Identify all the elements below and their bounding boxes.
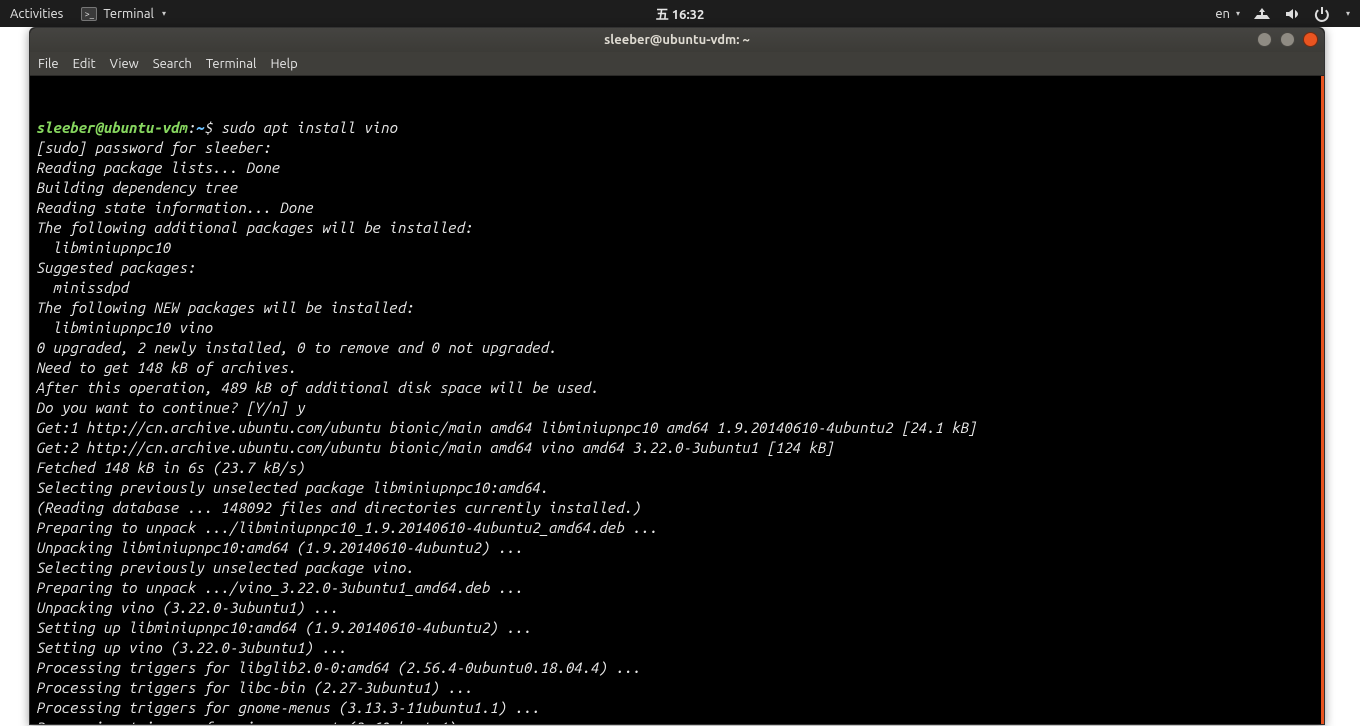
- terminal-line: [sudo] password for sleeber:: [36, 138, 1318, 158]
- terminal-line: Get:2 http://cn.archive.ubuntu.com/ubunt…: [36, 438, 1318, 458]
- menu-search[interactable]: Search: [153, 57, 192, 71]
- network-icon[interactable]: [1254, 6, 1270, 22]
- menu-help[interactable]: Help: [270, 57, 297, 71]
- terminal-app-icon: >_: [81, 7, 97, 21]
- terminal-line: After this operation, 489 kB of addition…: [36, 378, 1318, 398]
- window-title: sleeber@ubuntu-vdm: ~: [604, 33, 750, 47]
- terminal-line: Unpacking libminiupnpc10:amd64 (1.9.2014…: [36, 538, 1318, 558]
- terminal-line: Do you want to continue? [Y/n] y: [36, 398, 1318, 418]
- app-menu-label: Terminal: [103, 7, 154, 21]
- power-icon[interactable]: [1314, 6, 1330, 22]
- input-source-label: en: [1215, 7, 1230, 21]
- terminal-line: Selecting previously unselected package …: [36, 478, 1318, 498]
- terminal-line: sleeber@ubuntu-vdm:~$ sudo apt install v…: [36, 118, 1318, 138]
- menu-terminal[interactable]: Terminal: [206, 57, 257, 71]
- terminal-line: The following additional packages will b…: [36, 218, 1318, 238]
- terminal-line: Selecting previously unselected package …: [36, 558, 1318, 578]
- chevron-down-icon: ▾: [162, 9, 166, 18]
- terminal-line: Reading package lists... Done: [36, 158, 1318, 178]
- activities-button[interactable]: Activities: [10, 7, 63, 21]
- terminal-line: 0 upgraded, 2 newly installed, 0 to remo…: [36, 338, 1318, 358]
- terminal-line: minissdpd: [36, 278, 1318, 298]
- terminal-line: Processing triggers for mime-support (3.…: [36, 718, 1318, 724]
- terminal-line: Suggested packages:: [36, 258, 1318, 278]
- window-maximize-button[interactable]: [1280, 32, 1295, 47]
- prompt-colon: :: [187, 119, 195, 136]
- terminal-line: Processing triggers for libglib2.0-0:amd…: [36, 658, 1318, 678]
- input-source-menu[interactable]: en ▾: [1215, 7, 1240, 21]
- gnome-top-bar: Activities >_ Terminal ▾ 五 16:32 en ▾ ▾: [0, 0, 1360, 27]
- terminal-line: (Reading database ... 148092 files and d…: [36, 498, 1318, 518]
- volume-icon[interactable]: [1284, 6, 1300, 22]
- terminal-line: Setting up libminiupnpc10:amd64 (1.9.201…: [36, 618, 1318, 638]
- chevron-down-icon: ▾: [1236, 9, 1240, 18]
- typed-command: sudo apt install vino: [221, 119, 397, 136]
- menu-file[interactable]: File: [38, 57, 59, 71]
- terminal-line: Building dependency tree: [36, 178, 1318, 198]
- app-menu[interactable]: >_ Terminal ▾: [81, 7, 166, 21]
- scrollbar[interactable]: [1321, 76, 1324, 724]
- window-minimize-button[interactable]: [1257, 32, 1272, 47]
- clock[interactable]: 五 16:32: [656, 0, 705, 27]
- terminal-line: Fetched 148 kB in 6s (23.7 kB/s): [36, 458, 1318, 478]
- terminal-line: Processing triggers for gnome-menus (3.1…: [36, 698, 1318, 718]
- terminal-line: Setting up vino (3.22.0-3ubuntu1) ...: [36, 638, 1318, 658]
- prompt-sigil: $: [204, 119, 221, 136]
- terminal-line: Get:1 http://cn.archive.ubuntu.com/ubunt…: [36, 418, 1318, 438]
- chevron-down-icon: ▾: [1346, 9, 1350, 18]
- terminal-line: The following NEW packages will be insta…: [36, 298, 1318, 318]
- prompt-path: ~: [196, 119, 204, 136]
- terminal-menubar: File Edit View Search Terminal Help: [30, 52, 1324, 76]
- prompt-userhost: sleeber@ubuntu-vdm: [36, 119, 187, 136]
- terminal-line: Preparing to unpack .../vino_3.22.0-3ubu…: [36, 578, 1318, 598]
- terminal-line: libminiupnpc10: [36, 238, 1318, 258]
- terminal-viewport[interactable]: sleeber@ubuntu-vdm:~$ sudo apt install v…: [30, 76, 1324, 724]
- menu-edit[interactable]: Edit: [73, 57, 96, 71]
- terminal-line: Processing triggers for libc-bin (2.27-3…: [36, 678, 1318, 698]
- terminal-line: Need to get 148 kB of archives.: [36, 358, 1318, 378]
- window-close-button[interactable]: [1303, 32, 1318, 47]
- window-titlebar[interactable]: sleeber@ubuntu-vdm: ~: [30, 28, 1324, 52]
- menu-view[interactable]: View: [110, 57, 139, 71]
- terminal-line: Preparing to unpack .../libminiupnpc10_1…: [36, 518, 1318, 538]
- terminal-line: Unpacking vino (3.22.0-3ubuntu1) ...: [36, 598, 1318, 618]
- terminal-line: libminiupnpc10 vino: [36, 318, 1318, 338]
- terminal-line: Reading state information... Done: [36, 198, 1318, 218]
- terminal-window: sleeber@ubuntu-vdm: ~ File Edit View Sea…: [29, 27, 1325, 725]
